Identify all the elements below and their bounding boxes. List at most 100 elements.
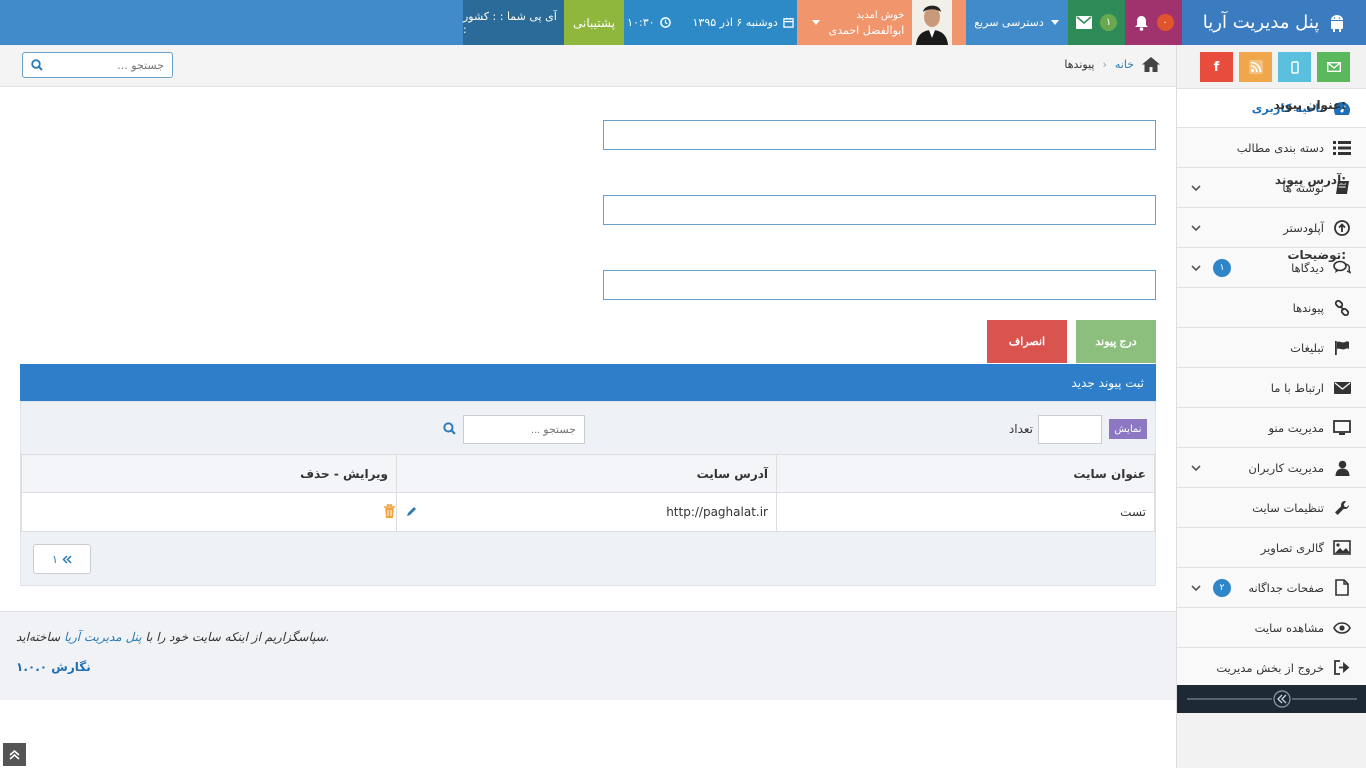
panel-body: نمایش تعداد عنوان سایت آدرس سایت ویرایش … (20, 401, 1156, 586)
pencil-icon[interactable] (406, 505, 418, 517)
sidebar-collapse-toggle[interactable] (1177, 685, 1366, 713)
footer-thanks: .سپاسگزاریم از اینکه سایت خود را با پنل … (16, 630, 330, 644)
top-search[interactable] (22, 52, 173, 78)
sidebar-item-label: تنظیمات سایت (1252, 500, 1324, 515)
table-row: تست http://paghalat.ir (21, 492, 1155, 532)
links-table: عنوان سایت آدرس سایت ویرایش - حذف تست ht… (21, 454, 1155, 532)
signout-icon (1332, 658, 1352, 678)
sidebar-item-label: صفحات جداگانه (1248, 580, 1324, 595)
chevron-down-icon (1189, 261, 1203, 275)
ip-info: آی پی شما : : کشور : (463, 0, 564, 45)
sidebar-item-contact[interactable]: ارتباط با ما (1177, 368, 1366, 408)
trash-icon[interactable] (383, 504, 396, 519)
double-chevron-left-icon[interactable] (62, 554, 72, 564)
home-icon[interactable] (1142, 57, 1160, 72)
mobile-icon (1290, 60, 1299, 74)
count-input[interactable] (1038, 415, 1102, 444)
chevron-down-icon (811, 19, 821, 27)
search-icon[interactable] (443, 422, 456, 435)
mobile-button[interactable] (1278, 52, 1311, 82)
ip-info-text: آی پی شما : : کشور : (463, 9, 557, 36)
sidebar-item-label: دسته بندی مطالب (1236, 140, 1324, 155)
sidebar-item-settings[interactable]: تنظیمات سایت (1177, 488, 1366, 528)
brand-title: پنل مدیریت آریا (1202, 12, 1320, 33)
double-chevron-left-icon (1187, 690, 1357, 708)
column-header-actions: ویرایش - حذف (21, 454, 397, 493)
chevron-down-icon (1189, 181, 1203, 195)
table-header-row: عنوان سایت آدرس سایت ویرایش - حذف (21, 454, 1155, 493)
quick-access-label: دسترسی سریع (974, 16, 1044, 29)
pagination[interactable]: ۱ (33, 544, 91, 574)
chevron-down-icon (1189, 221, 1203, 235)
user-name: ابوالفضل احمدی (828, 23, 905, 37)
messages-button[interactable]: ۱ (1068, 0, 1125, 45)
rss-button[interactable] (1239, 52, 1272, 82)
footer-version: نگارش ۱.۰.۰ (16, 660, 91, 674)
cancel-button[interactable]: انصراف (987, 320, 1067, 363)
image-icon (1332, 538, 1352, 558)
support-button[interactable]: پشتیبانی (564, 0, 624, 45)
show-label: نمایش (1109, 419, 1147, 439)
user-menu[interactable]: خوش امدید ابوالفضل احمدی (797, 0, 966, 45)
sidebar-item-label: پیوندها (1292, 300, 1324, 315)
table-search-input[interactable] (463, 415, 585, 444)
messages-badge: ۱ (1100, 14, 1117, 31)
panel-header: ثبت پیوند جدید (20, 364, 1156, 401)
title-label: عنوان پیوند: (1273, 98, 1346, 112)
search-icon[interactable] (31, 59, 43, 71)
calendar-icon (783, 17, 794, 28)
wrench-icon (1332, 498, 1352, 518)
sidebar-item-uploader[interactable]: آپلودستر (1177, 208, 1366, 248)
url-label: آدرس پیوند: (1274, 173, 1346, 187)
social-buttons: f (1177, 45, 1366, 88)
sidebar-item-users[interactable]: مدیریت کاربران (1177, 448, 1366, 488)
sidebar-item-categories[interactable]: دسته بندی مطالب (1177, 128, 1366, 168)
sidebar-item-logout[interactable]: خروج از بخش مدیریت (1177, 648, 1366, 688)
sidebar: f ناحیه کاربری دسته بندی مطالب نوشته ها … (1176, 45, 1366, 768)
brand[interactable]: پنل مدیریت آریا (1182, 0, 1366, 45)
sidebar-item-gallery[interactable]: گالری تصاویر (1177, 528, 1366, 568)
date-time: ۱۰:۳۰ دوشنبه ۶ اذر ۱۳۹۵ (624, 0, 797, 45)
footer-thanks-pre: .سپاسگزاریم از اینکه سایت خود را با (141, 630, 330, 644)
sidebar-item-label: دیدگاها (1291, 260, 1324, 275)
sidebar-item-links[interactable]: پیوندها (1177, 288, 1366, 328)
clock-icon (659, 17, 671, 28)
chevron-down-icon (1189, 581, 1203, 595)
upload-icon (1332, 218, 1352, 238)
url-input[interactable] (603, 195, 1156, 225)
top-search-input[interactable] (43, 58, 164, 72)
cell-title: تست (776, 492, 1155, 532)
facebook-icon: f (1213, 59, 1220, 75)
chevron-left-icon: ‹ (1102, 58, 1107, 71)
notifications-button[interactable]: ۰ (1125, 0, 1182, 45)
submit-link-button[interactable]: درج پیوند (1076, 320, 1156, 363)
flag-icon (1332, 338, 1352, 358)
cell-actions (21, 492, 416, 532)
sidebar-item-ads[interactable]: تبلیغات (1177, 328, 1366, 368)
sidebar-item-menus[interactable]: مدیریت منو (1177, 408, 1366, 448)
sidebar-item-label: مشاهده سایت (1254, 620, 1324, 635)
quick-access-menu[interactable]: دسترسی سریع (966, 0, 1068, 45)
footer-thanks-post: ساخته‌اید (16, 630, 64, 644)
description-input[interactable] (603, 270, 1156, 300)
bell-icon (1134, 15, 1149, 31)
scroll-to-top-button[interactable] (3, 743, 26, 766)
sidebar-item-view-site[interactable]: مشاهده سایت (1177, 608, 1366, 648)
count-label: تعداد (1008, 422, 1033, 436)
notifications-badge: ۰ (1156, 14, 1174, 31)
mail-icon (1326, 62, 1341, 72)
top-bar-fill (0, 0, 463, 45)
sidebar-item-label: آپلودستر (1283, 220, 1324, 235)
footer-brand-link[interactable]: پنل مدیریت آریا (64, 630, 142, 644)
chevron-down-icon (1189, 461, 1203, 475)
mail-button[interactable] (1317, 52, 1350, 82)
breadcrumb-home-link[interactable]: خانه (1115, 58, 1134, 71)
sidebar-item-pages[interactable]: صفحات جداگانه ۲ (1177, 568, 1366, 608)
page-number[interactable]: ۱ (52, 553, 58, 566)
footer: .سپاسگزاریم از اینکه سایت خود را با پنل … (0, 611, 1176, 700)
sidebar-item-label: مدیریت کاربران (1248, 460, 1324, 475)
support-label: پشتیبانی (573, 15, 615, 30)
facebook-button[interactable]: f (1200, 52, 1233, 82)
monitor-icon (1332, 418, 1352, 438)
title-input[interactable] (603, 120, 1156, 150)
